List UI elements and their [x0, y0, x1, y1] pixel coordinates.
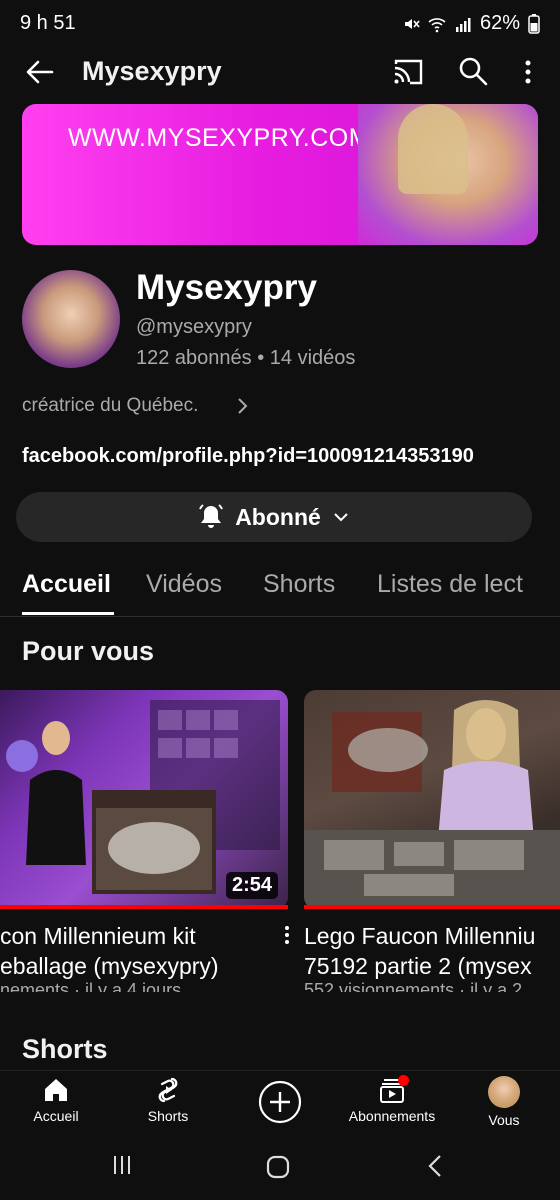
banner-photo-detail [398, 104, 468, 194]
channel-link[interactable]: facebook.com/profile.php?id=100091214353… [22, 445, 474, 468]
channel-handle: @mysexypry [136, 316, 252, 338]
avatar [488, 1076, 520, 1108]
chevron-down-icon [334, 513, 348, 522]
channel-name: Mysexypry [136, 268, 317, 307]
video-meta: 552 visionnements · il y a 2 [304, 980, 523, 992]
bell-icon [199, 504, 224, 528]
chevron-right-icon[interactable] [234, 396, 250, 416]
tab-playlists[interactable]: Listes de lect [377, 570, 523, 599]
video-meta: nements · il y a 4 jours [0, 980, 182, 992]
wifi-icon [428, 17, 446, 32]
nav-label: Vous [488, 1112, 520, 1128]
section-title-shorts: Shorts [22, 1034, 108, 1064]
page-title: Mysexypry [82, 56, 222, 86]
battery-percent: 62% [479, 12, 520, 34]
back-chevron-icon[interactable] [428, 1154, 442, 1178]
subscribed-button[interactable]: Abonné [16, 492, 532, 542]
cast-icon[interactable] [392, 58, 424, 86]
shorts-icon [158, 1077, 178, 1103]
watch-progress-bar [0, 905, 288, 909]
video-title[interactable]: con Millennieum kit eballage (mysexypry) [0, 921, 275, 981]
tab-videos[interactable]: Vidéos [146, 570, 222, 599]
watch-progress-bar [304, 905, 560, 909]
nav-shorts[interactable]: Shorts [113, 1076, 223, 1124]
search-icon[interactable] [458, 56, 488, 86]
more-vertical-icon[interactable] [520, 58, 536, 86]
nav-you[interactable]: Vous [449, 1076, 559, 1128]
duration-badge: 2:54 [226, 872, 279, 899]
nav-label: Shorts [147, 1108, 189, 1124]
home-icon [45, 1079, 67, 1101]
channel-banner: WWW.MYSEXYPRY.COM [22, 104, 538, 245]
back-arrow-icon[interactable] [24, 58, 56, 86]
nav-subscriptions[interactable]: Abonnements [337, 1076, 447, 1124]
status-time: 9 h 51 [20, 12, 76, 34]
channel-description[interactable]: créatrice du Québec. [22, 395, 198, 417]
battery-icon [528, 13, 540, 34]
nav-label: Accueil [33, 1108, 79, 1124]
add-icon [258, 1080, 302, 1124]
channel-stats: 122 abonnés • 14 vidéos [136, 347, 356, 369]
signal-icon [455, 17, 471, 32]
video-more-icon[interactable] [282, 924, 292, 946]
home-circle-icon[interactable] [266, 1155, 290, 1179]
video-title-line: con Millennieum kit [0, 923, 196, 949]
status-icons: 62% [402, 12, 540, 35]
tab-shorts[interactable]: Shorts [263, 570, 335, 599]
tab-divider [0, 616, 560, 617]
channel-avatar[interactable] [22, 270, 120, 368]
video-title-line: Lego Faucon Millenniu [304, 923, 536, 949]
subscribed-label: Abonné [235, 503, 321, 530]
video-thumbnail[interactable] [304, 690, 560, 909]
nav-home[interactable]: Accueil [1, 1076, 111, 1124]
active-tab-indicator [22, 612, 114, 615]
nav-label: Abonnements [348, 1108, 436, 1124]
tab-home[interactable]: Accueil [22, 570, 111, 599]
banner-text: WWW.MYSEXYPRY.COM [68, 124, 371, 152]
recent-apps-icon[interactable] [112, 1154, 132, 1176]
mute-icon [404, 18, 420, 29]
section-title-for-you: Pour vous [22, 636, 155, 666]
thumbnail-image [304, 700, 560, 909]
nav-create[interactable] [225, 1080, 335, 1124]
video-title-line: 75192 partie 2 (mysex [304, 953, 532, 979]
video-title[interactable]: Lego Faucon Millenniu 75192 partie 2 (my… [304, 921, 560, 981]
video-title-line: eballage (mysexypry) [0, 953, 219, 979]
notification-dot [398, 1075, 409, 1086]
